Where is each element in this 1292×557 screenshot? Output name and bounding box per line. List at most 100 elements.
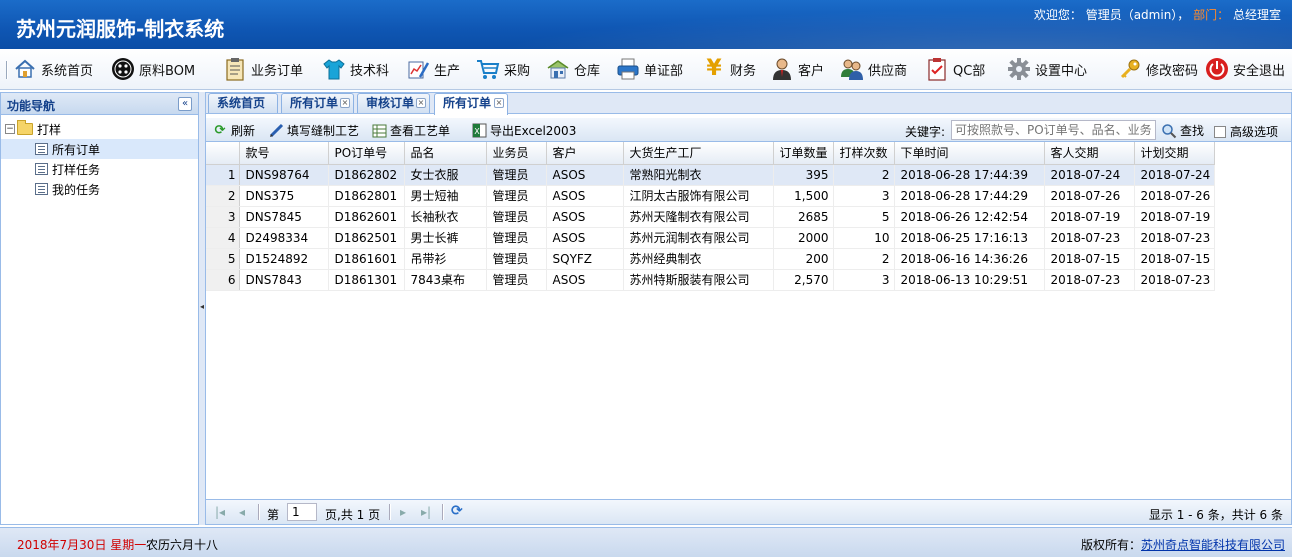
menu-item-purchase[interactable]: 采购: [476, 56, 530, 82]
main-panel: 系统首页 所有订单 × 审核订单 × 所有订单 × ⟳ 刷新 填写缝制工艺 查看…: [205, 92, 1292, 525]
advanced-label: 高级选项: [1230, 125, 1279, 139]
table-cell: 苏州经典制衣: [623, 248, 774, 270]
prev-page-icon[interactable]: ◂: [239, 505, 245, 519]
collapse-node-icon[interactable]: −: [5, 124, 15, 134]
row-number: 3: [206, 206, 240, 228]
tab-home[interactable]: 系统首页: [208, 93, 278, 113]
table-cell: ASOS: [546, 185, 624, 207]
table-cell: ASOS: [546, 206, 624, 228]
column-header[interactable]: 大货生产工厂: [623, 142, 774, 165]
first-page-icon[interactable]: |◂: [215, 505, 225, 519]
table-row[interactable]: 2 DNS375 D1862801 男士短袖 管理员 ASOS 江阴太古服饰有限…: [206, 185, 1216, 207]
table-cell: 2018-07-24: [1134, 164, 1216, 186]
close-icon[interactable]: ×: [340, 98, 350, 108]
cart-icon: [476, 57, 500, 81]
tab-all-orders-active[interactable]: 所有订单 ×: [434, 93, 508, 115]
column-header[interactable]: 计划交期: [1134, 142, 1216, 165]
button-label: 导出Excel2003: [490, 124, 577, 138]
page-label: 第: [267, 508, 280, 522]
column-header[interactable]: 客人交期: [1044, 142, 1135, 165]
menu-item-orders[interactable]: 业务订单: [223, 56, 303, 82]
menu-item-customer[interactable]: 客户: [770, 56, 824, 82]
current-date: 2018年7月30日 星期一: [17, 538, 147, 552]
tab-label: 审核订单: [366, 96, 415, 110]
table-cell: 管理员: [486, 248, 547, 270]
menu-item-documents[interactable]: 单证部: [616, 56, 683, 82]
collapse-icon[interactable]: «: [178, 97, 192, 111]
menu-item-home[interactable]: 系统首页: [13, 56, 93, 82]
button-label: 刷新: [231, 124, 256, 138]
column-header[interactable]: 打样次数: [833, 142, 895, 165]
export-excel-button[interactable]: X 导出Excel2003: [471, 122, 576, 139]
table-cell: DNS7843: [239, 269, 329, 291]
welcome-prefix: 欢迎您：: [1033, 8, 1082, 22]
close-icon[interactable]: ×: [416, 98, 426, 108]
last-page-icon[interactable]: ▸|: [421, 505, 431, 519]
document-icon: [35, 163, 48, 175]
shirt-icon: [322, 57, 346, 81]
menu-label: QC部: [953, 63, 986, 79]
refresh-icon[interactable]: ⟳: [451, 503, 463, 519]
table-cell: 男士长裤: [404, 227, 487, 249]
advanced-options[interactable]: 高级选项: [1214, 123, 1278, 140]
column-header[interactable]: 订单数量: [773, 142, 834, 165]
column-header[interactable]: 业务员: [486, 142, 547, 165]
page-number-input[interactable]: [287, 503, 317, 521]
table-row[interactable]: 3 DNS7845 D1862601 长袖秋衣 管理员 ASOS 苏州天隆制衣有…: [206, 206, 1216, 228]
tree-item-sampling-tasks[interactable]: 打样任务: [1, 159, 198, 179]
tree-item-my-tasks[interactable]: 我的任务: [1, 179, 198, 199]
menu-label: 采购: [504, 63, 531, 79]
menu-item-tech[interactable]: 技术科: [322, 56, 389, 82]
svg-text:X: X: [474, 127, 480, 136]
row-number: 5: [206, 248, 240, 270]
table-cell: 395: [773, 164, 834, 186]
tab-all-orders[interactable]: 所有订单 ×: [281, 93, 354, 113]
table-row[interactable]: 5 D1524892 D1861601 吊带衫 管理员 SQYFZ 苏州经典制衣…: [206, 248, 1216, 270]
close-icon[interactable]: ×: [494, 98, 504, 108]
tab-label: 系统首页: [217, 96, 266, 110]
column-header[interactable]: 客户: [546, 142, 624, 165]
tree-node-sampling[interactable]: − 打样: [1, 119, 198, 139]
column-header[interactable]: 下单时间: [894, 142, 1045, 165]
company-link[interactable]: 苏州奇点智能科技有限公司: [1141, 538, 1285, 552]
tab-review-orders[interactable]: 审核订单 ×: [357, 93, 430, 113]
table-cell: D1862802: [328, 164, 405, 186]
menu-item-qc[interactable]: QC部: [925, 56, 985, 82]
grid-pager: |◂ ◂ 第 页,共 1 页 ▸ ▸| ⟳ 显示 1 - 6 条，共计 6 条: [206, 499, 1291, 524]
table-cell: 苏州特斯服装有限公司: [623, 269, 774, 291]
pager-separator: [389, 504, 391, 520]
table-header-row: 款号 PO订单号 品名 业务员 客户 大货生产工厂 订单数量 打样次数 下单时间…: [206, 142, 1216, 165]
column-header[interactable]: PO订单号: [328, 142, 405, 165]
table-cell: 1,500: [773, 185, 834, 207]
splitter-arrow-icon[interactable]: ◂: [200, 302, 204, 311]
keyword-input[interactable]: [951, 120, 1156, 140]
menu-label: 技术科: [350, 63, 390, 79]
table-cell: DNS98764: [239, 164, 329, 186]
table-row[interactable]: 4 D2498334 D1862501 男士长裤 管理员 ASOS 苏州元润制衣…: [206, 227, 1216, 249]
refresh-button[interactable]: ⟳ 刷新: [212, 122, 255, 139]
tree-item-all-orders[interactable]: 所有订单: [1, 139, 198, 159]
fill-process-button[interactable]: 填写缝制工艺: [268, 122, 359, 139]
table-cell: 2018-07-15: [1134, 248, 1216, 270]
menu-item-change-password[interactable]: 修改密码: [1118, 56, 1198, 82]
menu-item-bom[interactable]: 原料BOM: [111, 56, 195, 82]
table-cell: 2018-06-28 17:44:39: [894, 164, 1045, 186]
table-row[interactable]: 6 DNS7843 D1861301 7843桌布 管理员 ASOS 苏州特斯服…: [206, 269, 1216, 291]
view-process-button[interactable]: 查看工艺单: [371, 122, 450, 139]
menu-item-settings[interactable]: 设置中心: [1007, 56, 1087, 82]
table-cell: 10: [833, 227, 895, 249]
column-header[interactable]: 品名: [404, 142, 487, 165]
table-cell: 2000: [773, 227, 834, 249]
table-cell: 3: [833, 185, 895, 207]
pager-summary: 显示 1 - 6 条，共计 6 条: [1148, 508, 1283, 522]
menu-item-supplier[interactable]: 供应商: [840, 56, 907, 82]
menu-item-finance[interactable]: ¥ 财务: [702, 56, 756, 82]
menu-item-warehouse[interactable]: 仓库: [546, 56, 600, 82]
table-row[interactable]: 1 DNS98764 D1862802 女士衣服 管理员 ASOS 常熟阳光制衣…: [206, 164, 1216, 186]
menu-item-production[interactable]: 生产: [406, 56, 460, 82]
column-header[interactable]: 款号: [239, 142, 329, 165]
search-button[interactable]: 查找: [1161, 122, 1204, 139]
next-page-icon[interactable]: ▸: [400, 505, 406, 519]
menu-item-logout[interactable]: 安全退出: [1205, 56, 1285, 82]
advanced-checkbox[interactable]: [1214, 125, 1226, 138]
